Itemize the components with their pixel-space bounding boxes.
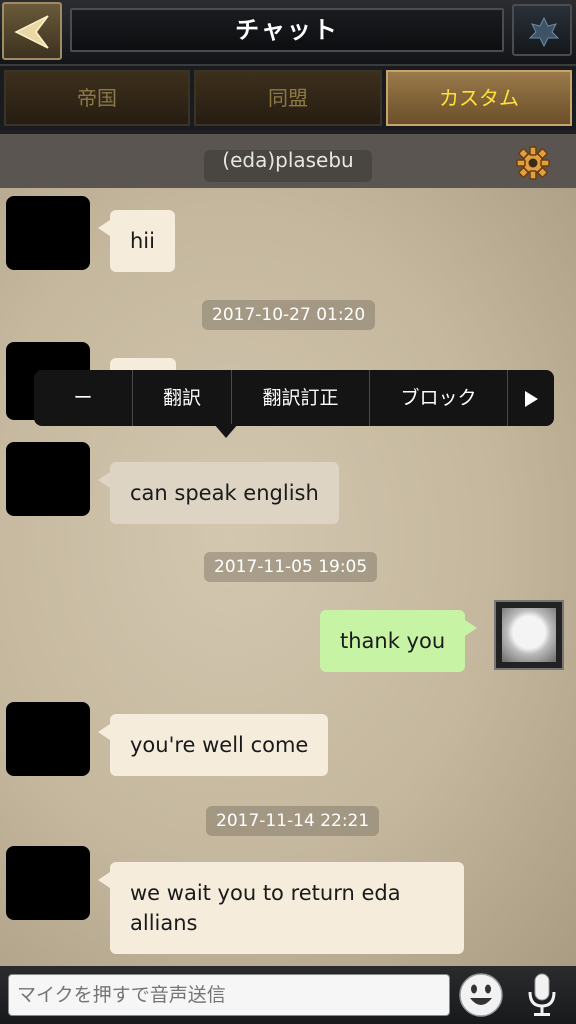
back-arrow-icon bbox=[14, 15, 49, 49]
avatar[interactable] bbox=[6, 846, 90, 920]
my-avatar[interactable] bbox=[494, 600, 564, 670]
message-bubble[interactable]: you're well come bbox=[97, 714, 329, 776]
menu-item-block[interactable]: ブロック bbox=[370, 370, 507, 426]
play-triangle-icon bbox=[525, 390, 538, 407]
context-menu-pointer bbox=[214, 424, 238, 438]
menu-more-button[interactable] bbox=[508, 370, 554, 426]
avatar[interactable] bbox=[6, 442, 90, 516]
timestamp: 2017-11-14 22:21 bbox=[206, 806, 380, 836]
page-title: チャット bbox=[70, 8, 504, 52]
tab-alliance[interactable]: 同盟 bbox=[194, 70, 382, 126]
gear-icon[interactable] bbox=[516, 146, 550, 180]
header-bar: チャット bbox=[0, 0, 576, 66]
smiley-icon[interactable] bbox=[458, 972, 504, 1018]
channel-tabs: 帝国 同盟 カスタム bbox=[0, 66, 576, 130]
chat-message-list[interactable]: hii 2017-10-27 01:20 can speak english 2… bbox=[0, 188, 576, 966]
emblem-icon bbox=[528, 16, 560, 48]
tab-custom[interactable]: カスタム bbox=[386, 70, 572, 126]
back-button[interactable] bbox=[2, 2, 62, 60]
emblem-button[interactable] bbox=[512, 4, 572, 56]
context-menu: ー 翻訳 翻訳訂正 ブロック bbox=[34, 370, 554, 426]
my-message-bubble[interactable]: thank you bbox=[320, 610, 478, 672]
message-bubble[interactable]: hii bbox=[98, 210, 175, 272]
timestamp: 2017-11-05 19:05 bbox=[204, 552, 378, 582]
menu-item-translate[interactable]: 翻訳 bbox=[133, 370, 231, 426]
avatar[interactable] bbox=[6, 702, 90, 776]
menu-item-translation-fix[interactable]: 翻訳訂正 bbox=[232, 370, 369, 426]
tab-empire[interactable]: 帝国 bbox=[4, 70, 190, 126]
voice-text-input[interactable] bbox=[8, 974, 450, 1016]
cat-photo bbox=[502, 608, 556, 662]
microphone-icon[interactable] bbox=[524, 972, 560, 1018]
channel-name: (eda)plasebu bbox=[222, 148, 354, 172]
message-bubble[interactable]: we wait you to return eda allians bbox=[98, 862, 464, 954]
menu-item-copy[interactable]: ー bbox=[34, 370, 132, 426]
avatar[interactable] bbox=[6, 196, 90, 270]
timestamp: 2017-10-27 01:20 bbox=[202, 300, 376, 330]
message-bubble[interactable]: can speak english bbox=[98, 462, 339, 524]
